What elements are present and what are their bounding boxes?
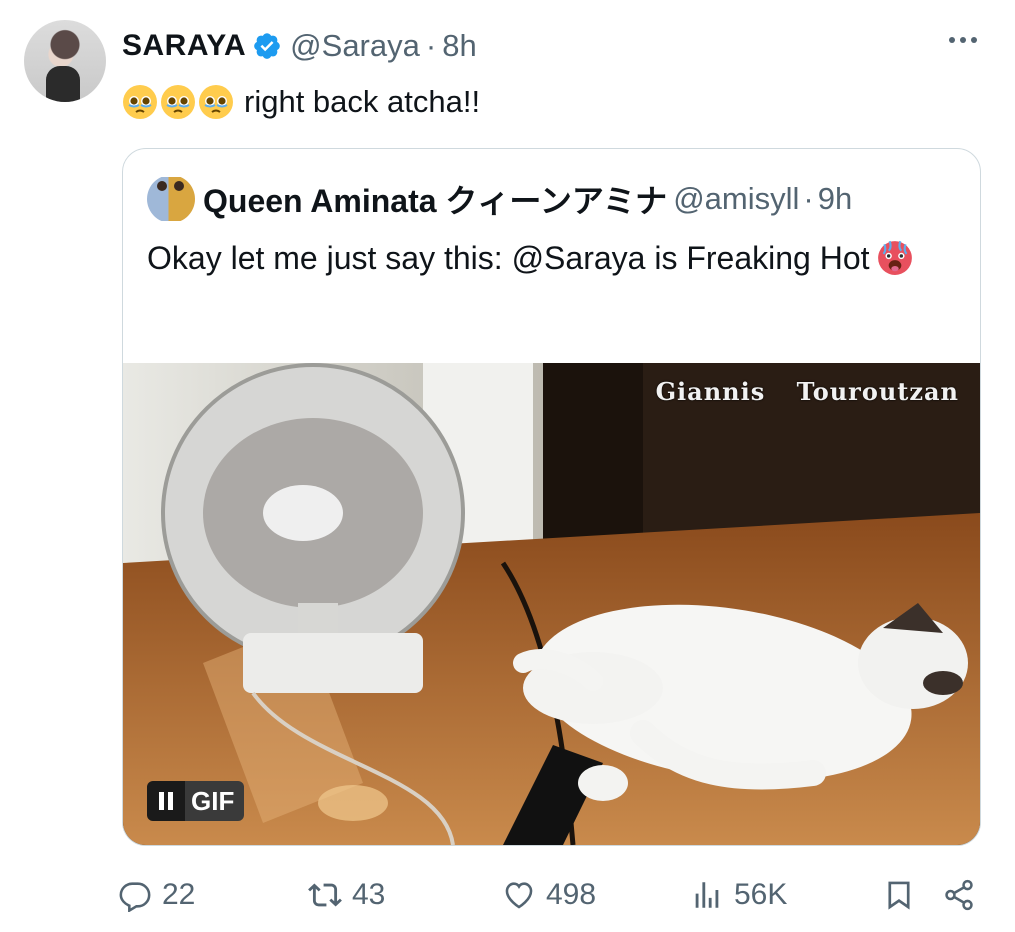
author-handle[interactable]: @Saraya xyxy=(290,28,420,64)
like-count: 498 xyxy=(546,878,597,911)
tweet-card[interactable]: SARAYA @Saraya · 8h right back atcha!! Q… xyxy=(0,0,1015,932)
reply-button[interactable]: 22 xyxy=(118,870,195,920)
views-button[interactable]: 56K xyxy=(690,870,787,920)
share-button[interactable] xyxy=(942,870,976,920)
more-dot xyxy=(960,37,966,43)
tweet-header: SARAYA @Saraya · 8h xyxy=(122,26,477,66)
gif-media[interactable]: Giannis Touroutzan GIF xyxy=(123,363,980,845)
gif-watermark: Giannis Touroutzan xyxy=(655,377,959,406)
quoted-author-avatar[interactable] xyxy=(147,177,195,221)
tweet-text: right back atcha!! xyxy=(244,84,481,119)
share-icon xyxy=(945,879,973,911)
author-avatar[interactable] xyxy=(24,20,106,102)
emoji-group xyxy=(122,84,234,120)
quoted-tweet-body: Okay let me just say this: @Saraya is Fr… xyxy=(147,233,947,283)
separator-dot: · xyxy=(803,181,814,216)
gif-frame-image xyxy=(123,363,980,845)
hot-face-icon xyxy=(877,240,912,275)
face-holding-back-tears-icon xyxy=(161,85,195,119)
bookmark-icon xyxy=(888,881,910,910)
quoted-tweet-text: Okay let me just say this: @Saraya is Fr… xyxy=(147,240,870,276)
more-options-button[interactable] xyxy=(947,30,979,50)
tweet-actions-bar: 22 43 498 56K xyxy=(118,870,988,920)
like-button[interactable]: 498 xyxy=(502,870,596,920)
quoted-tweet[interactable]: Queen Aminata クィーンアミナ @amisyll · 9h Okay… xyxy=(122,148,981,846)
gif-pause-button[interactable]: GIF xyxy=(147,781,245,821)
views-count: 56K xyxy=(734,878,788,911)
pause-icon xyxy=(147,781,185,821)
bookmark-button[interactable] xyxy=(882,870,916,920)
verified-badge-icon xyxy=(254,33,280,59)
face-holding-back-tears-icon xyxy=(123,85,157,119)
more-horizontal-icon xyxy=(949,37,955,43)
more-dot xyxy=(971,37,977,43)
heart-icon xyxy=(505,882,533,909)
author-display-name[interactable]: SARAYA xyxy=(122,29,246,63)
views-icon xyxy=(695,882,719,908)
quoted-author-handle[interactable]: @amisyll xyxy=(673,181,799,217)
reply-count: 22 xyxy=(162,878,196,911)
retweet-button[interactable]: 43 xyxy=(308,870,385,920)
gif-label: GIF xyxy=(185,781,245,821)
quoted-author-display-name[interactable]: Queen Aminata クィーンアミナ xyxy=(203,177,667,221)
quoted-tweet-timestamp[interactable]: 9h xyxy=(818,181,852,217)
separator-dot: · xyxy=(425,28,437,63)
retweet-count: 43 xyxy=(352,878,386,911)
retweet-icon xyxy=(308,883,342,907)
tweet-body: right back atcha!! xyxy=(122,80,480,124)
tweet-timestamp[interactable]: 8h xyxy=(442,28,476,64)
reply-icon xyxy=(119,882,151,912)
quoted-tweet-header: Queen Aminata クィーンアミナ @amisyll · 9h xyxy=(147,177,962,221)
face-holding-back-tears-icon xyxy=(199,85,233,119)
